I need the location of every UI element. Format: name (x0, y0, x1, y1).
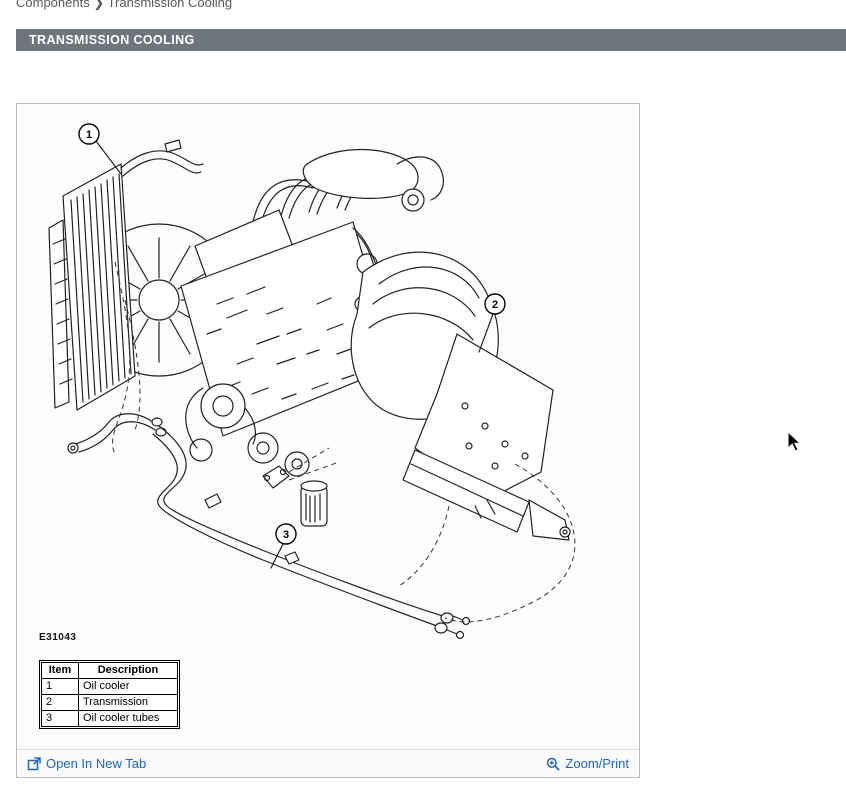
breadcrumb[interactable]: Components ❯ Transmission Cooling (16, 0, 232, 11)
zoom-print-label: Zoom/Print (565, 756, 629, 771)
description-cell: Oil cooler tubes (79, 711, 178, 727)
transmission-icon (351, 252, 570, 540)
open-in-new-icon (27, 757, 41, 771)
parts-table: Item Description 1 Oil cooler 2 Transmis… (39, 660, 180, 729)
open-in-new-tab-link[interactable]: Open In New Tab (27, 756, 146, 771)
figure-footer: Open In New Tab Zoom/Print (17, 749, 639, 777)
callout-3-number: 3 (283, 529, 289, 541)
zoom-icon (546, 757, 560, 771)
item-cell: 1 (42, 679, 79, 695)
col-header-description: Description (79, 663, 178, 679)
oil-filter-icon (301, 481, 327, 526)
zoom-print-link[interactable]: Zoom/Print (546, 756, 629, 771)
engine-diagram: 1 2 3 (17, 104, 639, 649)
item-cell: 3 (42, 711, 79, 727)
table-row: 3 Oil cooler tubes (42, 711, 178, 727)
callout-1-number: 1 (86, 129, 92, 141)
open-in-new-tab-label: Open In New Tab (46, 756, 146, 771)
intake-manifold-icon (253, 150, 443, 225)
section-header: TRANSMISSION COOLING (16, 29, 846, 51)
radiator-icon (49, 140, 203, 410)
table-row: 2 Transmission (42, 695, 178, 711)
callout-1: 1 (79, 124, 121, 174)
col-header-item: Item (42, 663, 79, 679)
table-header-row: Item Description (42, 663, 178, 679)
table-row: 1 Oil cooler (42, 679, 178, 695)
figure-code: E31043 (39, 632, 76, 643)
description-cell: Transmission (79, 695, 178, 711)
description-cell: Oil cooler (79, 679, 178, 695)
callout-2-number: 2 (492, 299, 498, 311)
engine-diagram-svg: 1 2 3 (17, 104, 639, 649)
section-title: TRANSMISSION COOLING (29, 33, 195, 47)
figure-card: 1 2 3 E31043 Item Description 1 Oi (16, 103, 640, 778)
mouse-cursor-icon (787, 431, 803, 458)
item-cell: 2 (42, 695, 79, 711)
